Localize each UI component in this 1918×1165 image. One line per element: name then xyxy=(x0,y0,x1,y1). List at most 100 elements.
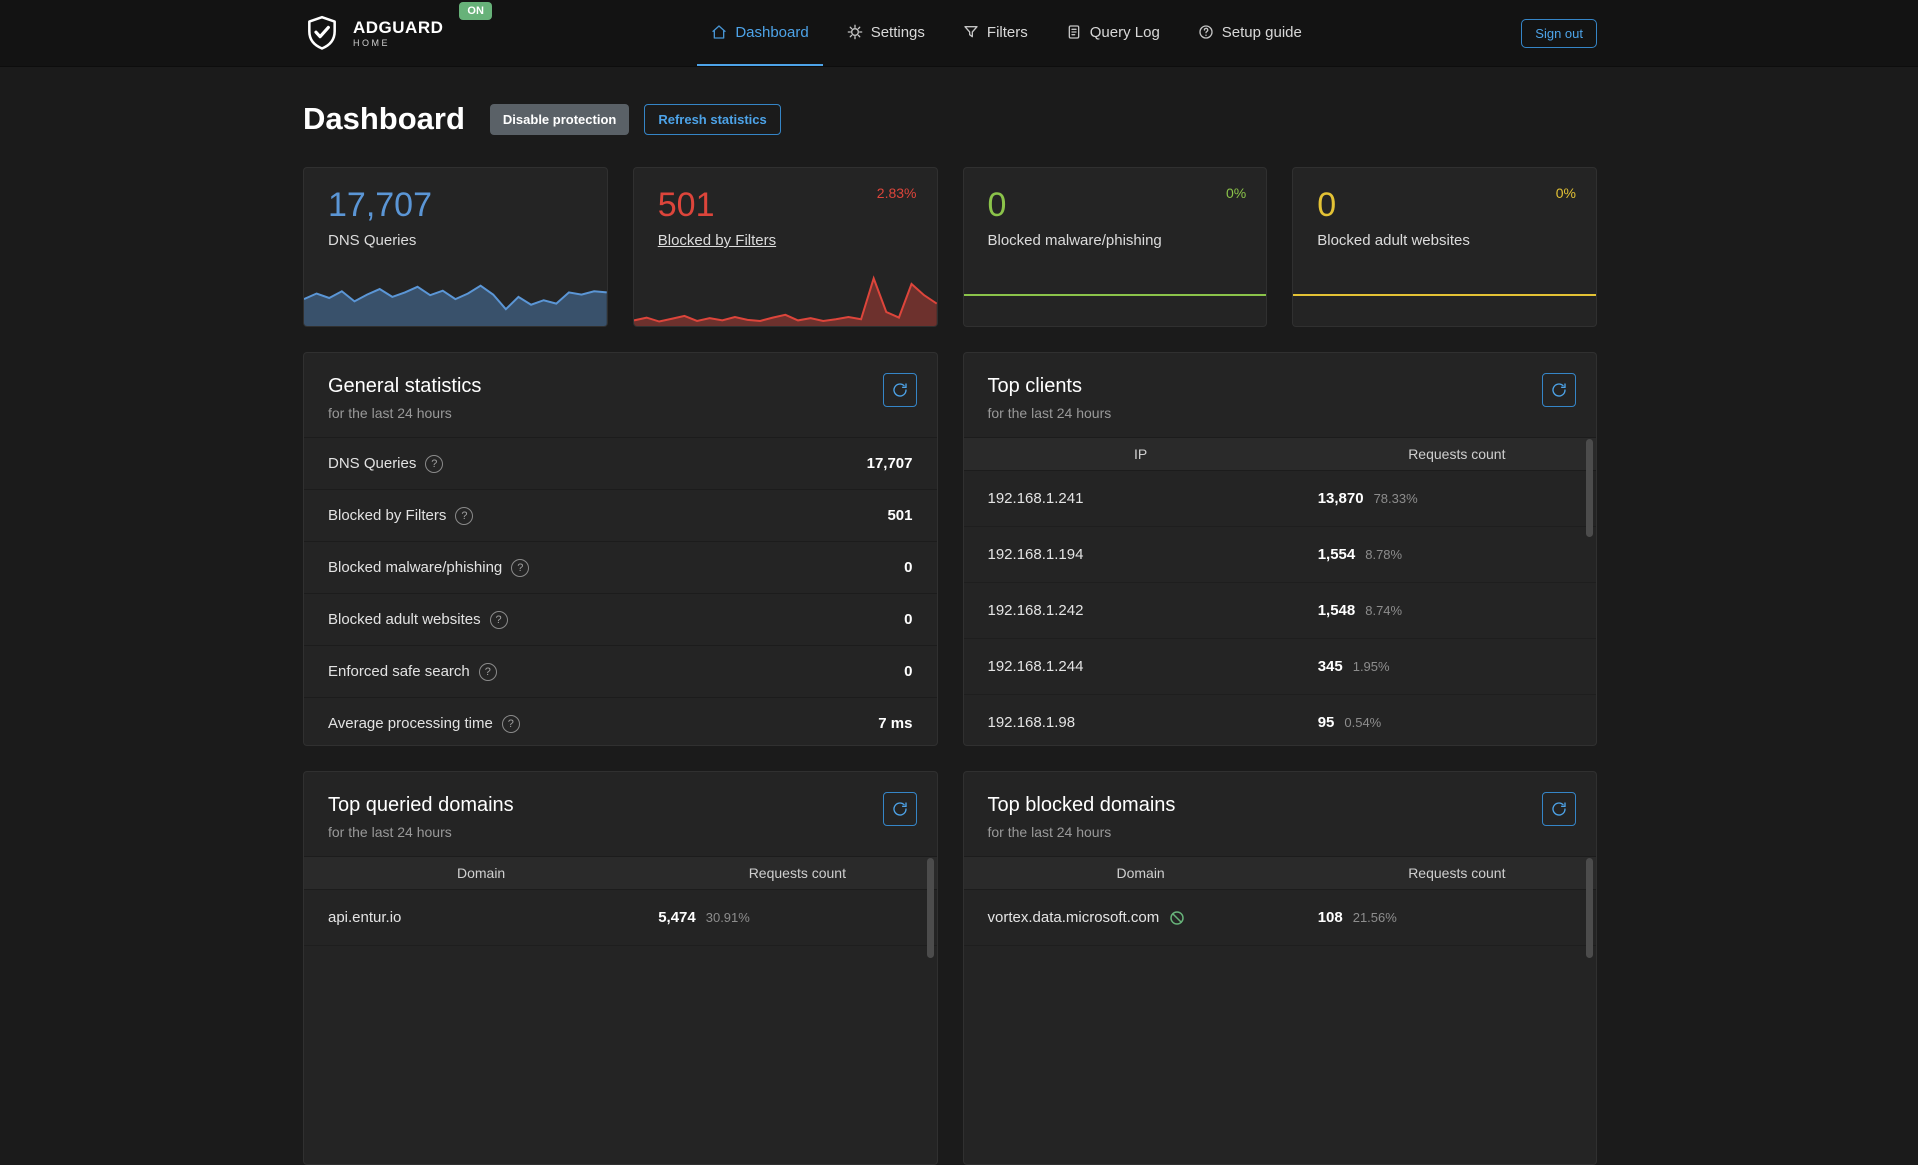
table-row: 192.168.1.242 1,548 8.74% xyxy=(964,583,1597,639)
help-tooltip-icon[interactable]: ? xyxy=(479,663,497,681)
table-row: 192.168.1.244 345 1.95% xyxy=(964,639,1597,695)
help-tooltip-icon[interactable]: ? xyxy=(425,455,443,473)
client-ip[interactable]: 192.168.1.241 xyxy=(964,490,1318,507)
client-ip[interactable]: 192.168.1.242 xyxy=(964,602,1318,619)
nav-item-setup-guide[interactable]: Setup guide xyxy=(1184,0,1316,66)
stats-row-value: 501 xyxy=(887,507,912,524)
request-count: 1,548 xyxy=(1318,602,1356,619)
refresh-top-blocked-button[interactable] xyxy=(1542,792,1576,826)
top-navbar: ADGUARD HOME ON Dashboard Settings xyxy=(0,0,1918,67)
queried-domain[interactable]: api.entur.io xyxy=(304,909,658,926)
funnel-icon xyxy=(963,24,979,40)
panel-title: Top queried domains xyxy=(328,794,913,817)
request-percent: 78.33% xyxy=(1374,491,1418,506)
column-header-requests: Requests count xyxy=(658,865,936,881)
panel-subtitle: for the last 24 hours xyxy=(988,824,1573,840)
stats-row-label: Average processing time xyxy=(328,715,493,732)
client-ip[interactable]: 192.168.1.194 xyxy=(964,546,1318,563)
request-percent: 1.95% xyxy=(1353,659,1390,674)
refresh-icon xyxy=(1551,801,1567,817)
blocked-malware-label: Blocked malware/phishing xyxy=(988,232,1162,249)
blocked-tracker-icon[interactable] xyxy=(1168,909,1186,927)
request-count: 108 xyxy=(1318,909,1343,926)
nav-item-filters[interactable]: Filters xyxy=(949,0,1042,66)
blocked-filters-link[interactable]: Blocked by Filters xyxy=(658,232,776,249)
brand-name: ADGUARD xyxy=(353,19,443,36)
table-row: 192.168.1.98 95 0.54% xyxy=(964,695,1597,746)
nav-label: Query Log xyxy=(1090,24,1160,41)
nav-label: Setup guide xyxy=(1222,24,1302,41)
table-header: Domain Requests count xyxy=(304,856,937,890)
blocked-domain[interactable]: vortex.data.microsoft.com xyxy=(988,909,1160,926)
top-clients-panel: Top clients for the last 24 hours IP Req… xyxy=(963,352,1598,746)
refresh-top-clients-button[interactable] xyxy=(1542,373,1576,407)
column-header-ip: IP xyxy=(964,446,1318,462)
help-tooltip-icon[interactable]: ? xyxy=(455,507,473,525)
stats-row-label: DNS Queries xyxy=(328,455,416,472)
refresh-top-queried-button[interactable] xyxy=(883,792,917,826)
request-percent: 21.56% xyxy=(1353,910,1397,925)
blocked-filters-value: 501 xyxy=(658,186,913,225)
nav-label: Filters xyxy=(987,24,1028,41)
request-percent: 0.54% xyxy=(1344,715,1381,730)
brand-sub: HOME xyxy=(353,39,443,48)
nav-item-settings[interactable]: Settings xyxy=(833,0,939,66)
panel-subtitle: for the last 24 hours xyxy=(328,824,913,840)
vertical-scrollbar[interactable] xyxy=(1586,439,1593,537)
top-blocked-domains-panel: Top blocked domains for the last 24 hour… xyxy=(963,771,1598,1165)
vertical-scrollbar[interactable] xyxy=(1586,858,1593,958)
protection-on-badge: ON xyxy=(459,2,492,20)
stats-row-value: 7 ms xyxy=(878,715,912,732)
request-percent: 8.78% xyxy=(1365,547,1402,562)
help-tooltip-icon[interactable]: ? xyxy=(511,559,529,577)
dns-queries-label: DNS Queries xyxy=(328,232,416,249)
stat-card-dns-queries: 17,707 DNS Queries xyxy=(303,167,608,327)
column-header-domain: Domain xyxy=(304,865,658,881)
stats-row-label: Blocked by Filters xyxy=(328,507,446,524)
request-percent: 30.91% xyxy=(706,910,750,925)
page-title: Dashboard xyxy=(303,101,465,137)
top-queried-domains-panel: Top queried domains for the last 24 hour… xyxy=(303,771,938,1165)
nav-item-dashboard[interactable]: Dashboard xyxy=(697,0,822,66)
question-circle-icon xyxy=(1198,24,1214,40)
stats-row-value: 0 xyxy=(904,611,912,628)
stats-row-value: 17,707 xyxy=(867,455,913,472)
client-ip[interactable]: 192.168.1.98 xyxy=(964,714,1318,731)
dns-queries-sparkline xyxy=(304,270,607,326)
gear-icon xyxy=(847,24,863,40)
request-count: 1,554 xyxy=(1318,546,1356,563)
stats-row: DNS Queries? 17,707 xyxy=(304,437,937,489)
table-header: IP Requests count xyxy=(964,437,1597,471)
table-row: api.entur.io 5,474 30.91% xyxy=(304,890,937,946)
table-row: 192.168.1.194 1,554 8.78% xyxy=(964,527,1597,583)
refresh-statistics-button[interactable]: Refresh statistics xyxy=(644,104,780,135)
column-header-requests: Requests count xyxy=(1318,865,1596,881)
main-nav: Dashboard Settings Filters Query Log xyxy=(492,0,1521,66)
panel-title: Top clients xyxy=(988,375,1573,398)
help-tooltip-icon[interactable]: ? xyxy=(490,611,508,629)
nav-label: Dashboard xyxy=(735,24,808,41)
panel-subtitle: for the last 24 hours xyxy=(328,405,913,421)
request-count: 5,474 xyxy=(658,909,696,926)
blocked-malware-flatline xyxy=(964,294,1267,296)
general-stats-list: DNS Queries? 17,707 Blocked by Filters? … xyxy=(304,437,937,746)
brand[interactable]: ADGUARD HOME ON xyxy=(303,0,492,66)
stats-row-label: Blocked malware/phishing xyxy=(328,559,502,576)
column-header-requests: Requests count xyxy=(1318,446,1596,462)
refresh-general-stats-button[interactable] xyxy=(883,373,917,407)
blocked-adult-flatline xyxy=(1293,294,1596,296)
client-ip[interactable]: 192.168.1.244 xyxy=(964,658,1318,675)
panel-title: General statistics xyxy=(328,375,913,398)
sign-out-button[interactable]: Sign out xyxy=(1521,19,1597,48)
nav-label: Settings xyxy=(871,24,925,41)
help-tooltip-icon[interactable]: ? xyxy=(502,715,520,733)
stats-row: Blocked adult websites? 0 xyxy=(304,593,937,645)
table-header: Domain Requests count xyxy=(964,856,1597,890)
blocked-filters-sparkline xyxy=(634,270,937,326)
vertical-scrollbar[interactable] xyxy=(927,858,934,958)
request-count: 95 xyxy=(1318,714,1335,731)
home-icon xyxy=(711,24,727,40)
nav-item-query-log[interactable]: Query Log xyxy=(1052,0,1174,66)
disable-protection-button[interactable]: Disable protection xyxy=(490,104,629,135)
blocked-filters-percent: 2.83% xyxy=(877,185,917,201)
